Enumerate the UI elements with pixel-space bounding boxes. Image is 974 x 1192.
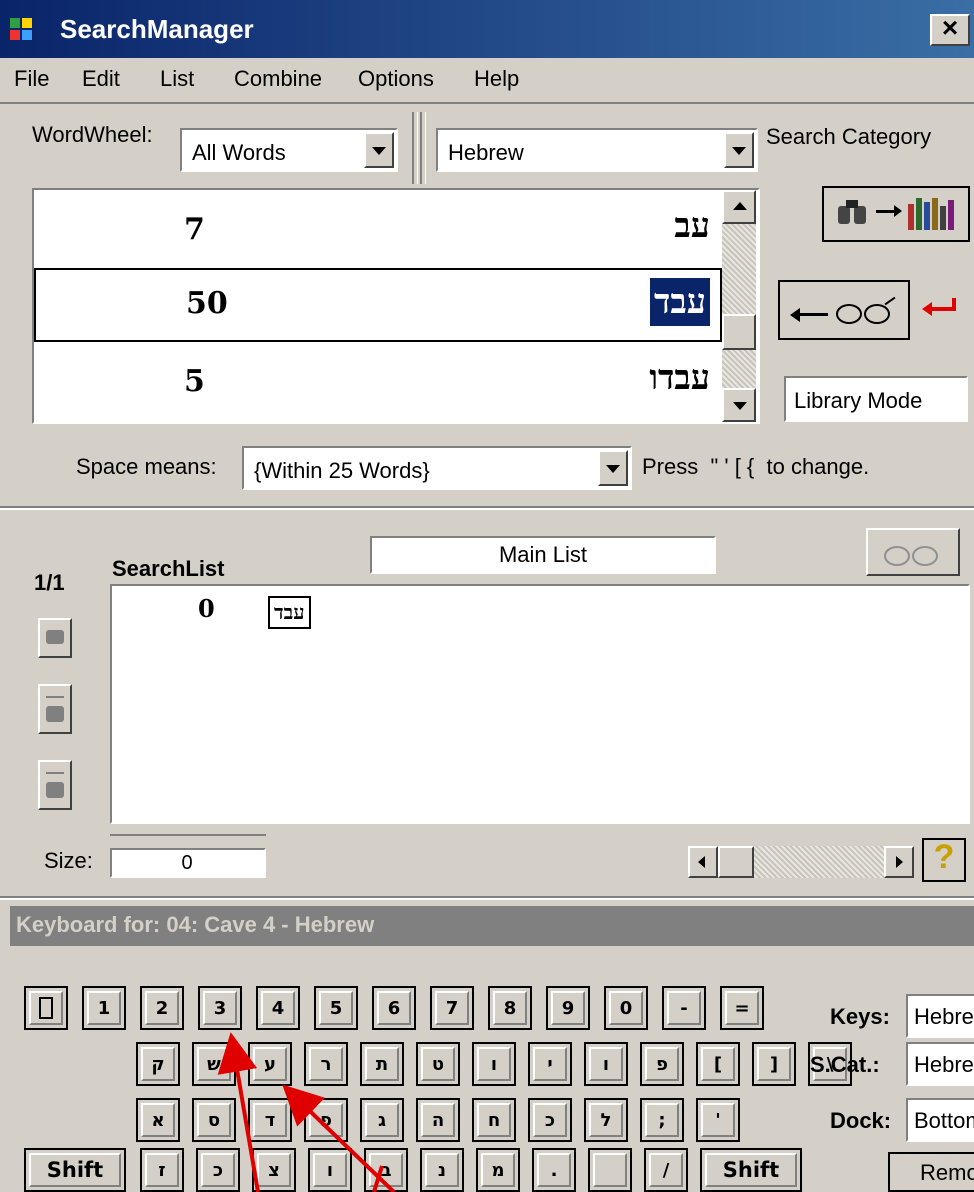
annotation-arrows [217,1032,396,1192]
arrow-to-ayin [217,1032,260,1192]
